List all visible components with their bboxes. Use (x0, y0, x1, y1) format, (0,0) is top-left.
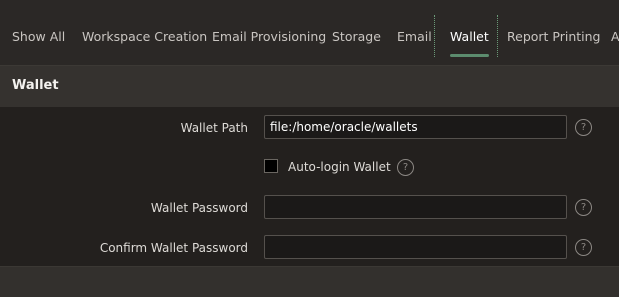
region-footer (0, 266, 619, 297)
tab-wallet[interactable]: Wallet (450, 15, 489, 57)
tab-overflow-next[interactable]: A (611, 15, 619, 57)
tab-storage[interactable]: Storage (332, 15, 381, 57)
tab-workspace-creation[interactable]: Workspace Creation (82, 15, 207, 57)
wallet-region-header: Wallet (0, 65, 619, 107)
tab-divider (434, 15, 435, 57)
auto-login-wallet-label[interactable]: Auto-login Wallet (288, 160, 391, 174)
tab-show-all[interactable]: Show All (12, 15, 65, 57)
active-tab-indicator (450, 54, 489, 57)
tab-label: Show All (12, 29, 66, 44)
tab-label: Wallet (450, 29, 489, 44)
confirm-wallet-password-help-icon[interactable]: ? (575, 239, 592, 256)
tab-email-provisioning[interactable]: Email Provisioning (212, 15, 326, 57)
region-title: Wallet (12, 78, 59, 93)
wallet-path-help-icon[interactable]: ? (575, 119, 592, 136)
tab-divider (497, 15, 498, 57)
tab-label: Workspace Creation (82, 29, 208, 44)
wallet-password-label: Wallet Password (150, 201, 248, 215)
wallet-password-input[interactable] (264, 195, 567, 219)
tab-report-printing[interactable]: Report Printing (507, 15, 601, 57)
tab-email[interactable]: Email (397, 15, 432, 57)
confirm-wallet-password-input[interactable] (264, 235, 567, 259)
tab-label: Report Printing (507, 29, 601, 44)
tab-label: Email Provisioning (212, 29, 327, 44)
tab-label: Storage (332, 29, 381, 44)
wallet-path-label: Wallet Path (180, 121, 248, 135)
auto-login-help-icon[interactable]: ? (397, 159, 414, 176)
tab-label: Email (397, 29, 432, 44)
wallet-password-help-icon[interactable]: ? (575, 199, 592, 216)
wallet-path-input[interactable] (264, 115, 567, 139)
auto-login-wallet-checkbox[interactable] (264, 159, 278, 173)
tab-label: A (611, 29, 619, 44)
confirm-wallet-password-label: Confirm Wallet Password (99, 241, 248, 255)
tab-bar: Show All Workspace Creation Email Provis… (0, 0, 619, 57)
